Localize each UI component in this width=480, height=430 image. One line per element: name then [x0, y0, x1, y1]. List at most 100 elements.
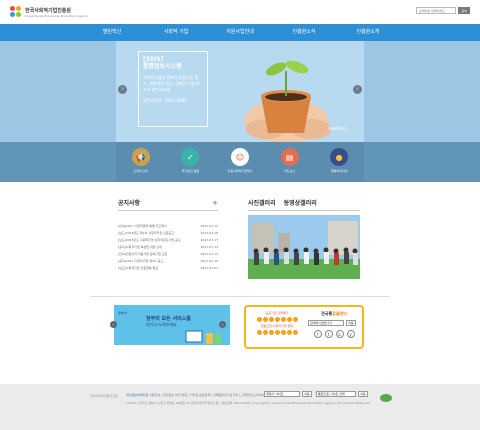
gov24-banner-line1: 정부의 모든 서비스를	[146, 316, 191, 322]
hero-phone: ※문의전화 : 1661-4096	[143, 98, 187, 103]
quick-link-label: 행복아이디어	[330, 169, 348, 173]
notice-list: [안내]2017 사회적경제 특별 주간행사 2017-07-19 [보도]201…	[118, 223, 218, 272]
sns-links: f t b y	[308, 330, 360, 338]
quick-link-label: 인증사회적기업찾기	[227, 169, 253, 173]
family-site-select[interactable]: 계열사 사이트	[264, 391, 300, 397]
evaluation-panel[interactable]: 공공기관 자율평가 협동조합/사회적기업 참여	[252, 311, 302, 335]
notice-row-date: 2017-07-18	[200, 231, 218, 235]
callcenter-panel: 전국통합콜센터 검색하시겠습니다 이동 f t b y	[308, 311, 360, 338]
cert-site-go-button[interactable]: 이동	[358, 391, 368, 397]
family-site-go-button[interactable]: 이동	[302, 391, 312, 397]
footer-links-text[interactable]: 이용안내 | 개인정보 처리 방침 | 저작권 보호정책 | 이메일무단수집거부…	[149, 393, 281, 397]
footer-links: 개인정보처리방침 이용안내 | 개인정보 처리 방침 | 저작권 보호정책 | …	[126, 393, 281, 397]
device-illustration	[185, 330, 221, 344]
hero-next-arrow-icon[interactable]: ›	[353, 85, 362, 94]
gallery-photo[interactable]	[248, 215, 360, 279]
callcenter-select[interactable]: 검색하시겠습니다	[308, 320, 344, 326]
quick-link-label: 카드뉴스	[284, 169, 296, 173]
notice-row-title: [안내]전문인력 지원사업 참여기업 모집	[118, 252, 168, 256]
notice-row[interactable]: [안내]전문인력 지원사업 참여기업 모집 2017-07-12	[118, 251, 218, 258]
notice-row[interactable]: [보도]사회적기업 인증현황 발표 2017-07-07	[118, 265, 218, 272]
evaluation-line2: 협동조합/사회적기업 참여	[260, 324, 294, 328]
hero-slide[interactable]: [SEIS] 통합정보시스템 사회적기업의 원하던 인증신청 접수, 제정지원 …	[116, 41, 364, 142]
twitter-icon[interactable]: t	[324, 330, 333, 338]
hero-title-line1: [SEIS]	[143, 56, 164, 63]
notice-row-date: 2017-07-14	[200, 245, 218, 249]
gov24-banner-line2: 여기서 누려보세요	[146, 322, 177, 327]
notice-section: 공지사항 + [안내]2017 사회적경제 특별 주간행사 2017-07-19 …	[118, 198, 218, 272]
tab-photo-gallery[interactable]: 사진갤러리	[248, 198, 276, 207]
search-button[interactable]: 검색	[458, 7, 470, 14]
youtube-icon[interactable]: y	[346, 330, 355, 338]
tab-video-gallery[interactable]: 동영상갤러리	[284, 198, 317, 207]
notice-row-title: [보도]사회적기업 인증현황 발표	[118, 266, 159, 270]
notice-row-date: 2017-07-10	[200, 259, 218, 263]
quick-link-card-news[interactable]: ▤ 카드뉴스	[272, 148, 308, 173]
banner-prev-arrow-icon[interactable]: ‹	[110, 321, 117, 328]
quick-link-label: 국가공인 검증	[181, 169, 200, 173]
notice-row[interactable]: [보도]2018년도 제1차 사회적기업 인증공고 2017-07-18	[118, 230, 218, 237]
hero-textbox: [SEIS] 통합정보시스템 사회적기업의 원하던 인증신청 접수, 제정지원 …	[138, 51, 208, 127]
facebook-icon[interactable]: f	[313, 330, 322, 338]
group-photo-image	[248, 215, 360, 279]
notice-title: 공지사항	[118, 200, 141, 207]
search-people-icon: ☺	[230, 148, 249, 166]
main-nav: 열린혁신 사회적 기업 지원사업안내 진흥원소식 진흥원소개	[0, 24, 480, 41]
nav-item-about[interactable]: 진흥원소개	[336, 24, 400, 41]
rating-dots	[252, 330, 302, 335]
card-news-icon: ▤	[280, 148, 299, 166]
quick-link-voice[interactable]: 📢 고객의 소리	[123, 148, 159, 173]
banner-next-arrow-icon[interactable]: ›	[219, 321, 226, 328]
notice-row[interactable]: [보도]2018년도 사회적기업 일자리창출사업 공고 2017-07-17	[118, 237, 218, 244]
quick-link-find-enterprise[interactable]: ☺ 인증사회적기업찾기	[222, 148, 258, 173]
notice-row-title: [공지]사회적기업 육성법 개정 안내	[118, 245, 162, 249]
callcenter-banner: 공공기관 자율평가 협동조합/사회적기업 참여 전국통합콜센터 검색하시겠습니다…	[244, 305, 364, 349]
site-header: 한국사회적기업진흥원 Korea Social Enterprise Promo…	[0, 0, 480, 24]
gov24-banner[interactable]: 정부24 정부의 모든 서비스를 여기서 누려보세요	[114, 305, 230, 345]
nav-item-social-enterprise[interactable]: 사회적 기업	[144, 24, 208, 41]
callcenter-title: 전국통합콜센터	[321, 311, 347, 316]
footer-address: (13487) 경기도 성남시 수정구 창업로 40번길 32 한국사회적기업진…	[126, 401, 371, 405]
notice-row-date: 2017-07-07	[200, 266, 218, 270]
certificate-icon: ✓	[181, 148, 200, 166]
notice-row[interactable]: [공지]사회적기업 육성법 개정 안내 2017-07-14	[118, 244, 218, 251]
hero-more-link[interactable]: 자세히보기	[328, 126, 346, 132]
notice-row-date: 2017-07-19	[200, 224, 218, 228]
site-footer: 한국사회적기업진흥원 개인정보처리방침 이용안내 | 개인정보 처리 방침 | …	[0, 384, 480, 430]
notice-row[interactable]: [공지]2017 사회적기업 제2차 공고 2017-07-10	[118, 258, 218, 265]
blog-icon[interactable]: b	[335, 330, 344, 338]
web-accessibility-badge-icon	[380, 394, 392, 402]
rating-dots	[252, 317, 302, 322]
privacy-policy-link[interactable]: 개인정보처리방침	[126, 393, 148, 397]
logo-mark-icon	[10, 6, 22, 18]
gallery-section: 사진갤러리 동영상갤러리	[248, 198, 360, 279]
callcenter-go-button[interactable]: 이동	[346, 320, 356, 326]
notice-more-icon[interactable]: +	[212, 199, 218, 207]
top-search: 검색	[416, 7, 470, 14]
quick-link-certification[interactable]: ✓ 국가공인 검증	[172, 148, 208, 173]
footer-logo: 한국사회적기업진흥원	[90, 394, 118, 398]
megaphone-icon: 📢	[131, 148, 150, 166]
nav-item-news[interactable]: 진흥원소식	[272, 24, 336, 41]
hero-prev-arrow-icon[interactable]: ‹	[118, 85, 127, 94]
site-logo[interactable]: 한국사회적기업진흥원 Korea Social Enterprise Promo…	[10, 6, 88, 18]
search-input[interactable]	[416, 7, 456, 14]
section-divider	[90, 296, 390, 297]
quick-link-idea[interactable]: ● 행복아이디어	[321, 148, 357, 173]
quick-link-label: 고객의 소리	[133, 169, 149, 173]
cert-site-select[interactable]: 통합인증 사이트 선택	[316, 391, 356, 397]
logo-subtitle: Korea Social Enterprise Promotion Agency	[25, 13, 89, 18]
hero-slider: [SEIS] 통합정보시스템 사회적기업의 원하던 인증신청 접수, 제정지원 …	[0, 41, 480, 142]
notice-row[interactable]: [안내]2017 사회적경제 특별 주간행사 2017-07-19	[118, 223, 218, 230]
notice-row-title: [보도]2018년도 사회적기업 일자리창출사업 공고	[118, 238, 181, 242]
nav-item-open-innovation[interactable]: 열린혁신	[80, 24, 144, 41]
hero-title-line2: 통합정보시스템	[143, 63, 182, 70]
notice-row-date: 2017-07-17	[200, 238, 218, 242]
notice-row-title: [보도]2018년도 제1차 사회적기업 인증공고	[118, 231, 175, 235]
nav-item-support-programs[interactable]: 지원사업안내	[208, 24, 272, 41]
notice-row-title: [안내]2017 사회적경제 특별 주간행사	[118, 224, 167, 228]
notice-row-title: [공지]2017 사회적기업 제2차 공고	[118, 259, 164, 263]
logo-title: 한국사회적기업진흥원	[25, 7, 72, 14]
notice-row-date: 2017-07-12	[200, 252, 218, 256]
hero-description: 사회적기업의 원하던 인증신청 접수, 제정지원 업무, 공최된 사업 보고서 …	[143, 75, 200, 92]
